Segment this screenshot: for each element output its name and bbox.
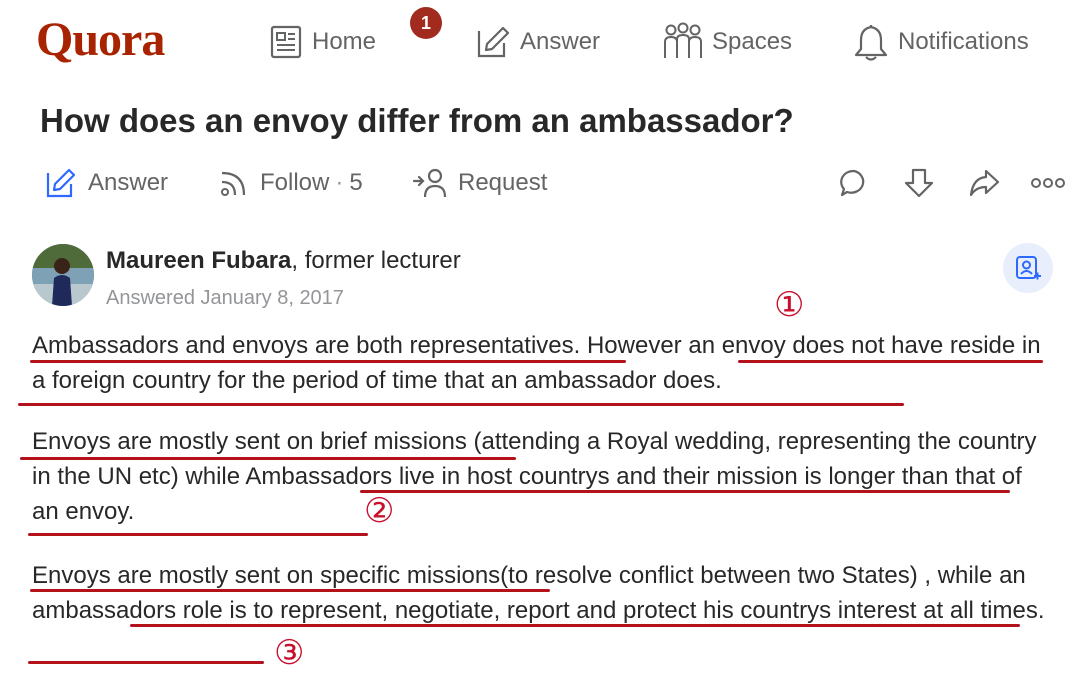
follow-separator: · bbox=[335, 169, 344, 196]
home-feed-icon bbox=[270, 25, 302, 59]
pencil-square-icon bbox=[46, 168, 76, 198]
notification-badge: 1 bbox=[410, 7, 442, 39]
answer-paragraph-3: Envoys are mostly sent on specific missi… bbox=[32, 562, 1045, 624]
nav-home-label: Home bbox=[312, 28, 377, 55]
nav-home[interactable]: Home bbox=[268, 20, 376, 64]
arrow-down-icon bbox=[904, 168, 934, 198]
more-options-button[interactable] bbox=[1028, 163, 1068, 203]
answered-date[interactable]: Answered January 8, 2017 bbox=[106, 287, 344, 310]
bookmark-user-button[interactable] bbox=[1003, 243, 1053, 293]
request-user-icon bbox=[412, 168, 447, 198]
nav-notifications-label: Notifications bbox=[898, 28, 1029, 55]
quora-logo[interactable]: Quora bbox=[36, 12, 165, 67]
answer-paragraph-1: Ambassadors and envoys are both represen… bbox=[32, 332, 1041, 394]
answer-button-label: Answer bbox=[88, 169, 169, 196]
follow-label: Follow bbox=[260, 169, 330, 196]
request-button[interactable]: Request bbox=[412, 163, 547, 203]
annotation-underline bbox=[30, 360, 626, 363]
nav-answer[interactable]: Answer bbox=[474, 20, 600, 64]
comment-bubble-icon bbox=[840, 169, 865, 197]
author-avatar[interactable] bbox=[32, 244, 94, 306]
author-line: Maureen Fubara, former lecturer bbox=[106, 247, 461, 275]
nav-spaces[interactable]: Spaces bbox=[662, 20, 792, 64]
nav-answer-label: Answer bbox=[520, 28, 601, 55]
question-title[interactable]: How does an envoy differ from an ambassa… bbox=[40, 102, 794, 140]
comment-button[interactable] bbox=[834, 163, 874, 203]
nav-spaces-label: Spaces bbox=[712, 28, 793, 55]
annotation-underline bbox=[130, 624, 1020, 627]
annotation-mark-1: ① bbox=[774, 285, 805, 325]
nav-notifications[interactable]: Notifications bbox=[852, 20, 1029, 64]
downvote-button[interactable] bbox=[899, 163, 939, 203]
request-label: Request bbox=[458, 169, 548, 196]
follow-count: 5 bbox=[349, 169, 363, 196]
annotation-underline bbox=[738, 360, 1043, 363]
more-dots-icon bbox=[1031, 178, 1065, 188]
annotation-underline bbox=[18, 403, 904, 406]
pencil-square-icon bbox=[477, 26, 510, 58]
people-group-icon bbox=[664, 22, 702, 58]
share-button[interactable] bbox=[964, 163, 1004, 203]
author-credential: , former lecturer bbox=[291, 247, 461, 274]
add-profile-icon bbox=[1016, 256, 1041, 280]
rss-feed-icon bbox=[221, 171, 246, 196]
annotation-underline bbox=[30, 589, 550, 592]
share-arrow-icon bbox=[969, 169, 1000, 197]
annotation-mark-2: ② bbox=[364, 491, 395, 531]
author-name[interactable]: Maureen Fubara bbox=[106, 247, 291, 274]
annotation-underline bbox=[28, 533, 368, 536]
follow-button[interactable]: Follow · 5 bbox=[218, 163, 363, 203]
bell-icon bbox=[854, 24, 888, 61]
answer-button[interactable]: Answer bbox=[44, 163, 168, 203]
annotation-underline bbox=[20, 457, 516, 460]
annotation-mark-3: ③ bbox=[274, 633, 305, 673]
author-photo bbox=[32, 244, 94, 306]
answer-paragraph-2: Envoys are mostly sent on brief missions… bbox=[32, 428, 1037, 525]
annotation-underline bbox=[28, 661, 264, 664]
annotation-underline bbox=[360, 490, 1010, 493]
